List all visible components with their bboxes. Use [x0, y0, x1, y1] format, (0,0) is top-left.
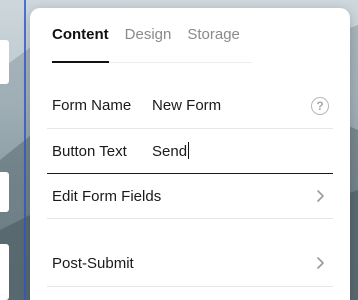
text-cursor	[188, 142, 190, 159]
selection-guide-line	[24, 0, 26, 300]
edit-form-fields-label: Edit Form Fields	[52, 187, 162, 205]
background-element	[0, 244, 9, 300]
edit-form-fields-row[interactable]: Edit Form Fields	[47, 174, 333, 219]
form-settings-panel: Content Design Storage Form Name New For…	[30, 8, 350, 300]
button-text-input[interactable]: Send	[152, 142, 333, 160]
form-name-row[interactable]: Form Name New Form ?	[47, 83, 333, 129]
button-text-row[interactable]: Button Text Send	[47, 129, 333, 174]
button-text-label: Button Text	[52, 142, 127, 160]
tab-content[interactable]: Content	[52, 8, 109, 63]
tab-design[interactable]: Design	[125, 8, 172, 62]
panel-tabs: Content Design Storage	[52, 8, 252, 63]
post-submit-row[interactable]: Post-Submit	[47, 240, 333, 287]
background-element	[0, 40, 9, 84]
question-circle-icon[interactable]: ?	[311, 96, 329, 115]
chevron-right-icon[interactable]	[313, 189, 327, 203]
button-text-value: Send	[152, 143, 188, 160]
form-name-input[interactable]: New Form	[152, 97, 311, 114]
background-element	[0, 172, 9, 212]
chevron-right-icon[interactable]	[313, 256, 327, 270]
post-submit-label: Post-Submit	[52, 254, 134, 272]
form-name-label: Form Name	[52, 97, 132, 114]
tab-storage[interactable]: Storage	[187, 8, 240, 62]
